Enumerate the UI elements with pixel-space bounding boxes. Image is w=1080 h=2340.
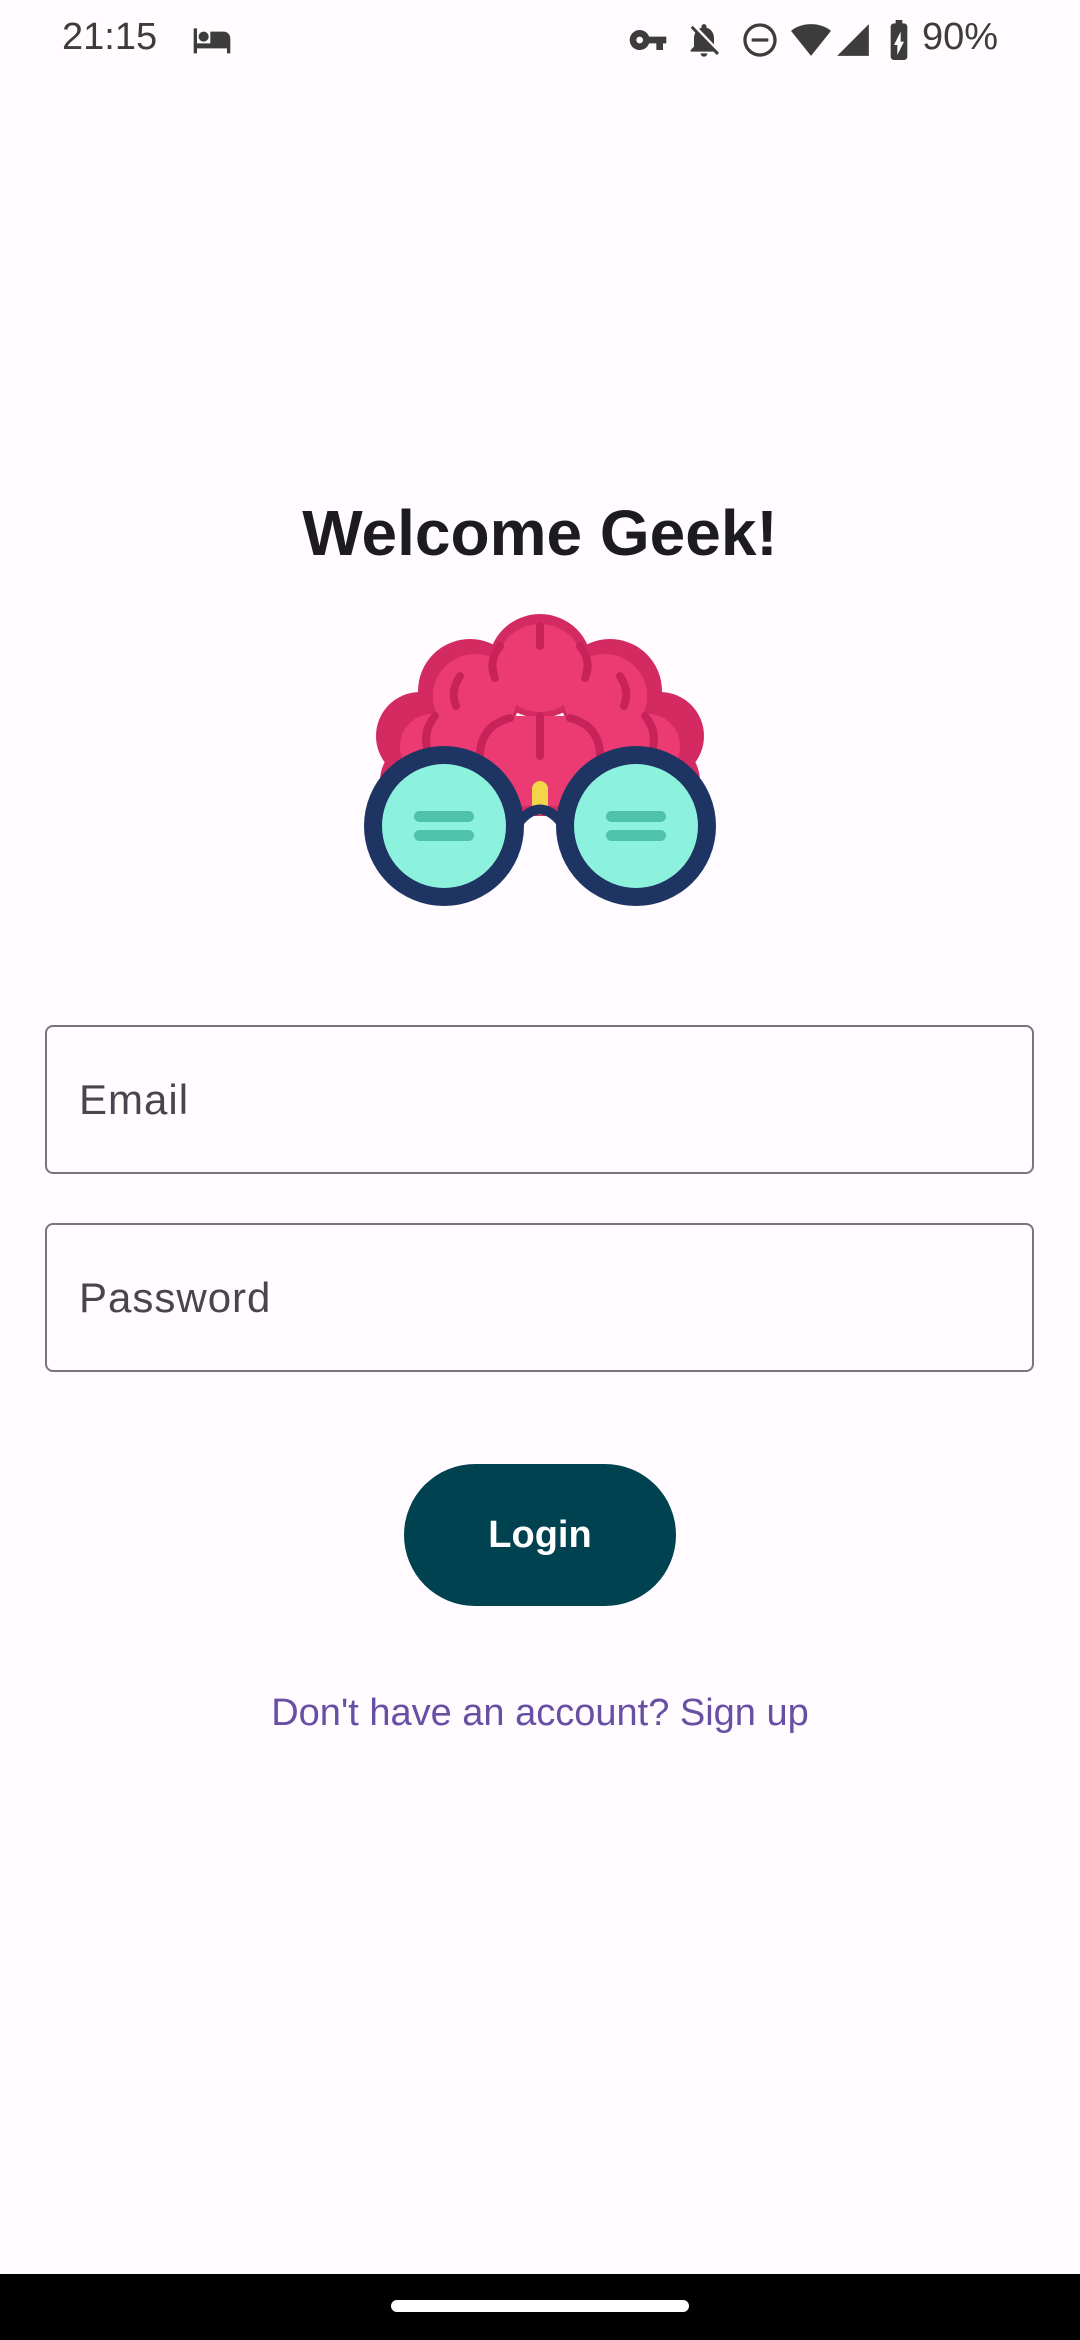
- login-screen: 21:15 90% Welcome Geek! Email Password L…: [0, 0, 1080, 2340]
- password-field-label: Password: [79, 1273, 272, 1321]
- do-not-disturb-icon: [743, 23, 777, 57]
- status-time: 21:15: [62, 16, 158, 58]
- login-button[interactable]: Login: [404, 1464, 676, 1606]
- notifications-off-icon: [690, 24, 719, 57]
- wifi-icon: [791, 24, 831, 56]
- geek-brain-glasses-icon: [364, 614, 716, 906]
- signup-link[interactable]: Don't have an account? Sign up: [0, 1692, 1080, 1735]
- bed-icon: [193, 28, 231, 54]
- battery-percentage: 90%: [922, 16, 999, 58]
- home-gesture-handle[interactable]: [391, 2300, 689, 2312]
- signal-icon: [837, 24, 869, 56]
- email-field[interactable]: Email: [45, 1025, 1034, 1174]
- status-bar: 21:15 90%: [0, 0, 1080, 80]
- welcome-title: Welcome Geek!: [302, 497, 778, 569]
- vpn-key-icon: [629, 30, 667, 50]
- battery-charging-icon: [890, 20, 908, 60]
- password-field[interactable]: Password: [45, 1223, 1034, 1372]
- email-field-label: Email: [79, 1075, 190, 1123]
